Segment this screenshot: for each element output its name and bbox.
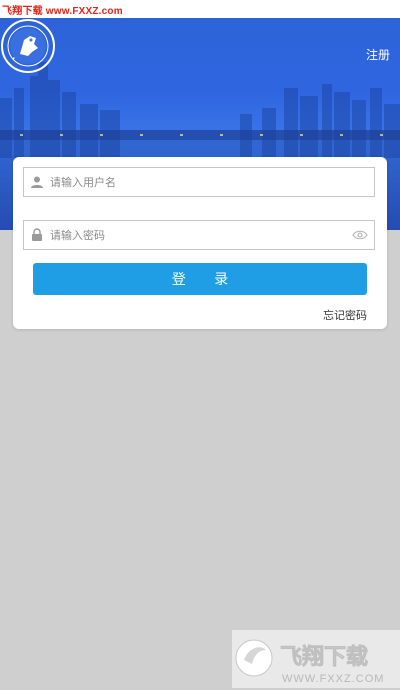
username-input[interactable] — [50, 168, 350, 196]
password-input[interactable] — [50, 221, 350, 249]
login-button[interactable]: 登 录 — [33, 263, 367, 295]
police-emblem-icon — [1, 19, 55, 73]
bottom-watermark: 飞翔下载 WWW.FXXZ.COM — [232, 630, 400, 688]
username-field[interactable] — [23, 167, 375, 197]
register-link[interactable]: 注册 — [366, 46, 390, 63]
top-watermark-text: 飞翔下载 www.FXXZ.com — [2, 6, 123, 17]
password-field[interactable] — [23, 220, 375, 250]
top-watermark: 飞翔下载 www.FXXZ.com — [0, 0, 400, 18]
login-card: 登 录 忘记密码 — [13, 157, 387, 329]
eye-icon[interactable] — [352, 229, 368, 241]
bottom-watermark-brand: 飞翔下载 — [280, 644, 368, 670]
forgot-password-link[interactable]: 忘记密码 — [323, 307, 367, 323]
bottom-watermark-url: WWW.FXXZ.COM — [282, 673, 384, 685]
user-icon — [31, 176, 43, 188]
lock-icon — [32, 228, 42, 241]
